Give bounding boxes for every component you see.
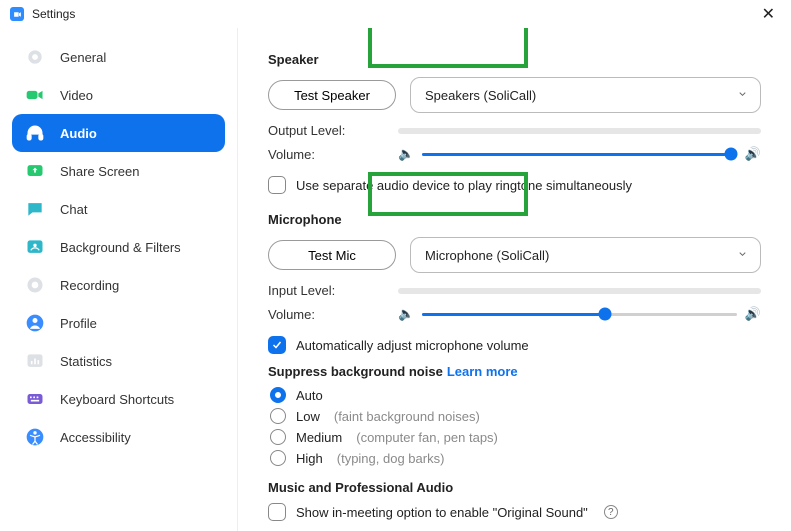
- test-mic-button[interactable]: Test Mic: [268, 240, 396, 270]
- original-sound-checkbox[interactable]: [268, 503, 286, 521]
- background-filters-icon: [24, 236, 46, 258]
- sidebar-item-label: Share Screen: [60, 164, 140, 179]
- speaker-volume-slider[interactable]: [422, 153, 737, 156]
- learn-more-link[interactable]: Learn more: [447, 364, 518, 379]
- sidebar-item-label: Background & Filters: [60, 240, 181, 255]
- chat-icon: [24, 198, 46, 220]
- auto-adjust-mic-checkbox[interactable]: [268, 336, 286, 354]
- sidebar-item-profile[interactable]: Profile: [12, 304, 225, 342]
- separate-ringtone-label: Use separate audio device to play ringto…: [296, 178, 632, 193]
- sidebar-item-chat[interactable]: Chat: [12, 190, 225, 228]
- help-icon[interactable]: ?: [604, 505, 618, 519]
- mic-volume-label: Volume:: [268, 307, 398, 322]
- sidebar-item-audio[interactable]: Audio: [12, 114, 225, 152]
- sidebar-item-label: Profile: [60, 316, 97, 331]
- test-speaker-button[interactable]: Test Speaker: [268, 80, 396, 110]
- suppress-high-radio[interactable]: [270, 450, 286, 466]
- sidebar-item-general[interactable]: General: [12, 38, 225, 76]
- music-pro-audio-title: Music and Professional Audio: [268, 480, 761, 495]
- sidebar-item-label: Accessibility: [60, 430, 131, 445]
- speaker-device-dropdown[interactable]: Speakers (SoliCall): [410, 77, 761, 113]
- sidebar-item-label: Chat: [60, 202, 87, 217]
- sidebar-item-background-filters[interactable]: Background & Filters: [12, 228, 225, 266]
- mic-device-value: Microphone (SoliCall): [425, 248, 549, 263]
- sidebar-item-label: Statistics: [60, 354, 112, 369]
- sidebar-item-share-screen[interactable]: Share Screen: [12, 152, 225, 190]
- suppress-option-label: Low: [296, 409, 320, 424]
- content-panel: Speaker Test Speaker Speakers (SoliCall)…: [238, 28, 791, 531]
- chevron-down-icon: [737, 88, 748, 103]
- suppress-auto-radio[interactable]: [270, 387, 286, 403]
- sidebar-item-label: General: [60, 50, 106, 65]
- statistics-icon: [24, 350, 46, 372]
- volume-low-icon: 🔈: [398, 146, 414, 162]
- suppress-option-hint: (faint background noises): [334, 409, 480, 424]
- sidebar-item-label: Recording: [60, 278, 119, 293]
- input-level-label: Input Level:: [268, 283, 398, 298]
- headphones-icon: [24, 122, 46, 144]
- sidebar-item-label: Audio: [60, 126, 97, 141]
- sidebar-item-statistics[interactable]: Statistics: [12, 342, 225, 380]
- suppress-option-hint: (typing, dog barks): [337, 451, 445, 466]
- recording-icon: [24, 274, 46, 296]
- suppress-medium-radio[interactable]: [270, 429, 286, 445]
- suppress-low-radio[interactable]: [270, 408, 286, 424]
- app-icon: [10, 7, 24, 21]
- mic-volume-slider[interactable]: [422, 313, 737, 316]
- profile-icon: [24, 312, 46, 334]
- sidebar-item-video[interactable]: Video: [12, 76, 225, 114]
- speaker-device-value: Speakers (SoliCall): [425, 88, 536, 103]
- close-button[interactable]: ✕: [756, 2, 781, 26]
- auto-adjust-mic-label: Automatically adjust microphone volume: [296, 338, 529, 353]
- window-title: Settings: [32, 7, 75, 21]
- sidebar-item-recording[interactable]: Recording: [12, 266, 225, 304]
- input-level-meter: [398, 288, 761, 294]
- suppress-noise-title: Suppress background noise: [268, 364, 443, 379]
- original-sound-label: Show in-meeting option to enable "Origin…: [296, 505, 588, 520]
- sidebar-item-accessibility[interactable]: Accessibility: [12, 418, 225, 456]
- sidebar: General Video Audio Share Screen Chat Ba…: [0, 28, 238, 531]
- keyboard-icon: [24, 388, 46, 410]
- sidebar-item-keyboard-shortcuts[interactable]: Keyboard Shortcuts: [12, 380, 225, 418]
- output-level-label: Output Level:: [268, 123, 398, 138]
- suppress-option-hint: (computer fan, pen taps): [356, 430, 498, 445]
- sidebar-item-label: Keyboard Shortcuts: [60, 392, 174, 407]
- suppress-option-label: Medium: [296, 430, 342, 445]
- microphone-section-title: Microphone: [268, 212, 761, 227]
- volume-low-icon: 🔈: [398, 306, 414, 322]
- accessibility-icon: [24, 426, 46, 448]
- gear-icon: [24, 46, 46, 68]
- sidebar-item-label: Video: [60, 88, 93, 103]
- suppress-option-label: Auto: [296, 388, 323, 403]
- suppress-option-label: High: [296, 451, 323, 466]
- volume-high-icon: 🔊: [745, 146, 761, 162]
- video-icon: [24, 84, 46, 106]
- speaker-section-title: Speaker: [268, 52, 761, 67]
- mic-device-dropdown[interactable]: Microphone (SoliCall): [410, 237, 761, 273]
- share-screen-icon: [24, 160, 46, 182]
- separate-ringtone-checkbox[interactable]: [268, 176, 286, 194]
- chevron-down-icon: [737, 248, 748, 263]
- speaker-volume-label: Volume:: [268, 147, 398, 162]
- volume-high-icon: 🔊: [745, 306, 761, 322]
- output-level-meter: [398, 128, 761, 134]
